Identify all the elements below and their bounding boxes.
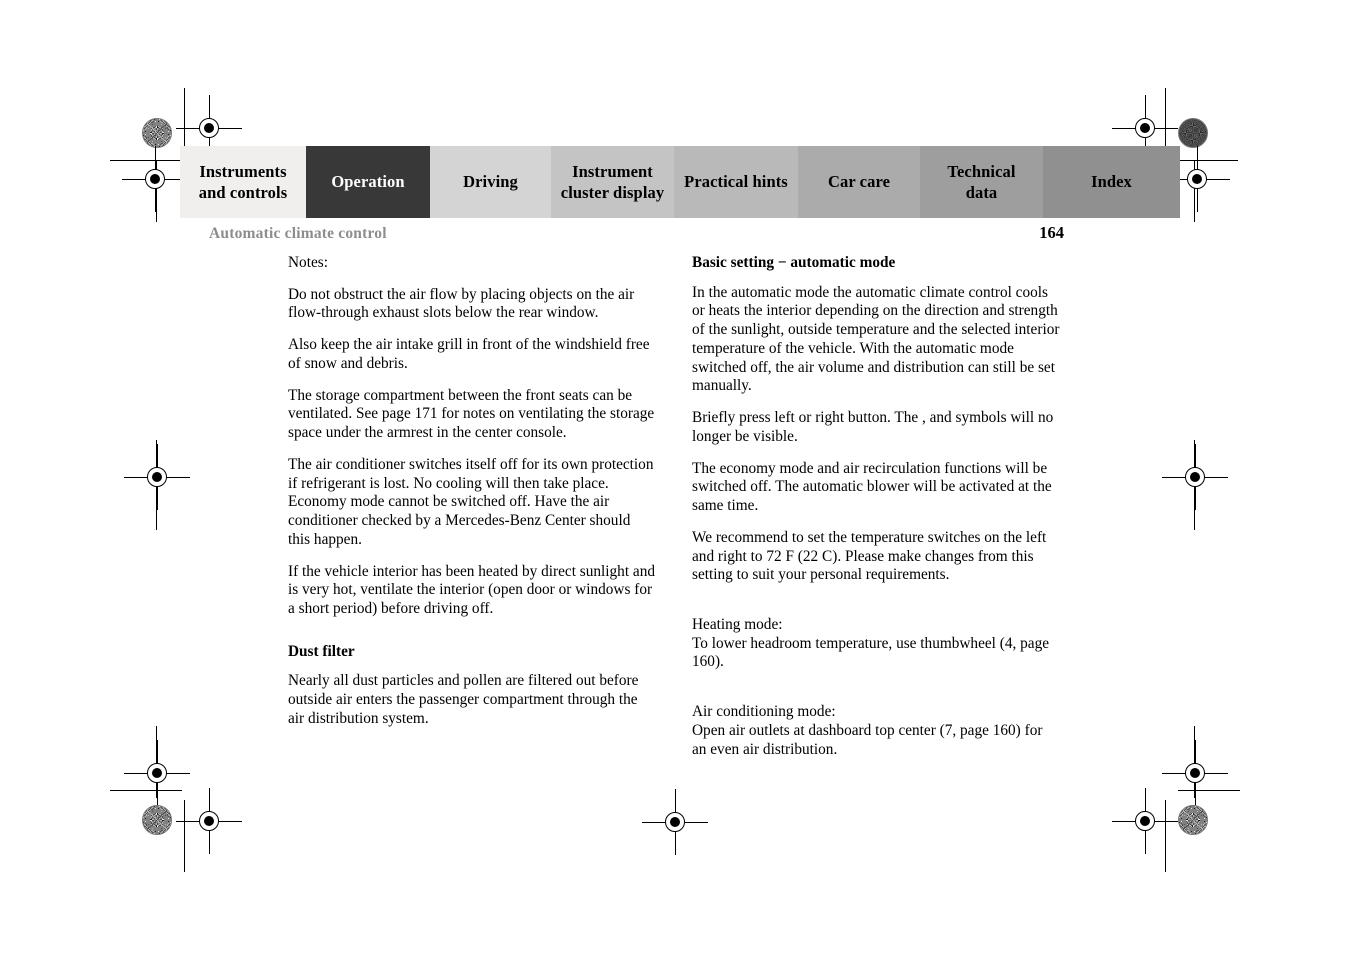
paragraph-hot-interior-ventilation: If the vehicle interior has been heated …	[288, 562, 655, 618]
left-column: Notes: Do not obstruct the air flow by p…	[288, 254, 656, 742]
registration-target-top-left-inner	[176, 95, 242, 161]
paragraph-heating-mode: To lower headroom temperature, use thumb…	[692, 634, 1050, 671]
tab-index[interactable]: Index	[1043, 146, 1180, 218]
tab-driving[interactable]: Driving	[430, 146, 551, 218]
tab-label-line1: Technical	[947, 161, 1016, 181]
label-heating-mode: Heating mode:	[692, 616, 783, 634]
chapter-tab-bar: Instruments and controls Operation Drivi…	[180, 146, 1180, 218]
registration-target-left-middle	[124, 444, 190, 510]
registration-target-right-lower	[1162, 740, 1228, 806]
label-air-conditioning-mode: Air conditioning mode:	[692, 703, 836, 721]
registration-star-top-left	[142, 118, 172, 148]
crop-line-bottom-left-vertical	[184, 800, 185, 872]
paragraph-dust-filter: Nearly all dust particles and pollen are…	[288, 672, 639, 727]
tab-label-line2: cluster display	[560, 183, 665, 202]
registration-star-bottom-right	[1178, 805, 1208, 835]
registration-target-bottom-right-inner	[1112, 788, 1178, 854]
tab-instrument-cluster-display[interactable]: Instrument cluster display	[551, 146, 674, 218]
paragraph-press-button-symbols: Briefly press left or right button. The …	[692, 409, 1054, 445]
tab-technical-data[interactable]: Technical data	[920, 146, 1043, 218]
heading-basic-setting-automatic-mode: Basic setting − automatic mode	[692, 254, 896, 271]
registration-target-top-right-inner	[1112, 95, 1178, 161]
registration-target-left-lower	[124, 740, 190, 806]
running-head: Automatic climate control 164	[209, 223, 1064, 243]
tab-instruments-and-controls[interactable]: Instruments and controls	[180, 146, 306, 218]
registration-target-right-middle	[1162, 444, 1228, 510]
tab-label-line1: Index	[1091, 172, 1132, 192]
paragraph-air-flow-obstruction: Do not obstruct the air flow by placing …	[288, 285, 635, 322]
registration-target-bottom-left-inner	[176, 788, 242, 854]
tab-label-line1: Driving	[463, 172, 518, 192]
paragraph-economy-recirculation-off: The economy mode and air recirculation f…	[692, 459, 1052, 515]
tab-label-line1: Operation	[331, 172, 405, 192]
tab-practical-hints[interactable]: Practical hints	[674, 146, 798, 218]
running-head-chapter: Automatic climate control	[209, 225, 387, 242]
registration-star-bottom-left	[142, 805, 172, 835]
notes-label: Notes:	[288, 254, 328, 271]
tab-car-care[interactable]: Car care	[798, 146, 920, 218]
tab-label-line1: Instruments	[199, 161, 287, 181]
paragraph-spacer-2	[692, 685, 1060, 703]
paragraph-recommended-temperature: We recommend to set the temperature swit…	[692, 528, 1047, 584]
tab-label-line2: data	[965, 183, 998, 202]
tab-operation[interactable]: Operation	[306, 146, 430, 218]
paragraph-storage-compartment: The storage compartment between the fron…	[288, 386, 655, 442]
tab-label-line1: Instrument	[572, 161, 653, 181]
crop-line-bottom-right-vertical	[1165, 800, 1166, 872]
registration-star-top-right	[1178, 118, 1208, 148]
tab-label-line1: Practical hints	[684, 172, 788, 192]
page-number: 164	[1039, 223, 1064, 242]
paragraph-automatic-mode-description: In the automatic mode the automatic clim…	[692, 283, 1060, 395]
registration-target-bottom-center	[642, 789, 708, 855]
tab-label-line1: Car care	[827, 172, 891, 192]
right-column: Basic setting − automatic mode In the au…	[692, 254, 1060, 772]
paragraph-refrigerant-loss: The air conditioner switches itself off …	[288, 455, 654, 548]
registration-target-left-upper	[122, 146, 188, 212]
heading-dust-filter: Dust filter	[288, 642, 355, 660]
paragraph-air-conditioning-mode: Open air outlets at dashboard top center…	[692, 721, 1043, 758]
tab-label-line2: and controls	[198, 183, 288, 202]
registration-target-right-upper	[1164, 146, 1230, 212]
paragraph-air-intake-grill: Also keep the air intake grill in front …	[288, 336, 650, 372]
